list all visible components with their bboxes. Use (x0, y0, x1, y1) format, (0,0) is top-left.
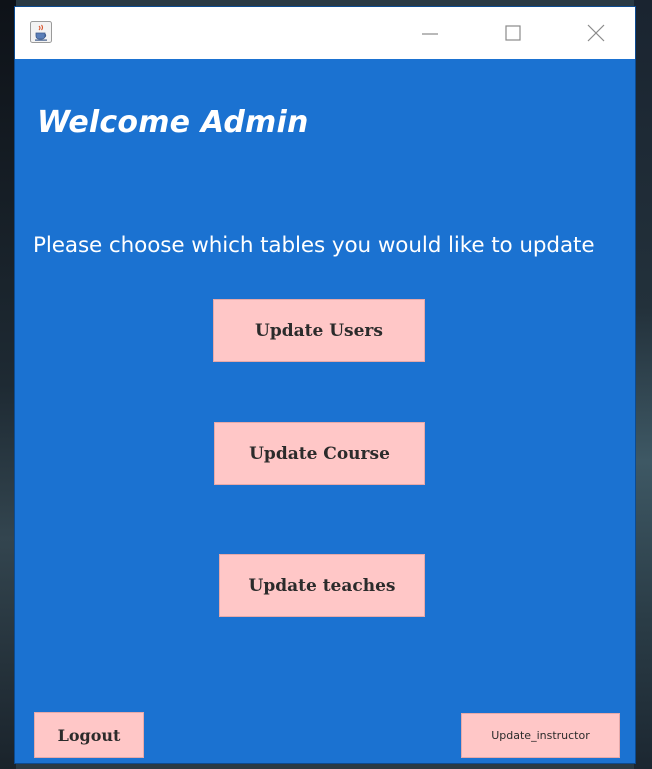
update-instructor-button[interactable]: Update_instructor (461, 713, 620, 758)
minimize-button[interactable] (410, 15, 450, 51)
logout-button[interactable]: Logout (34, 712, 144, 758)
update-course-button[interactable]: Update Course (214, 422, 425, 485)
update-users-button[interactable]: Update Users (213, 299, 425, 362)
maximize-button[interactable] (493, 15, 533, 51)
close-button[interactable] (576, 15, 616, 51)
desktop-backdrop-right (634, 0, 652, 769)
java-coffee-icon (30, 21, 52, 43)
minimize-icon (422, 33, 438, 35)
maximize-icon (505, 25, 521, 41)
instruction-text: Please choose which tables you would lik… (33, 233, 595, 258)
welcome-heading: Welcome Admin (37, 105, 309, 140)
update-teaches-button[interactable]: Update teaches (219, 554, 425, 617)
close-icon (587, 24, 605, 42)
title-bar[interactable] (15, 7, 635, 59)
admin-window: Welcome Admin Please choose which tables… (14, 6, 636, 764)
